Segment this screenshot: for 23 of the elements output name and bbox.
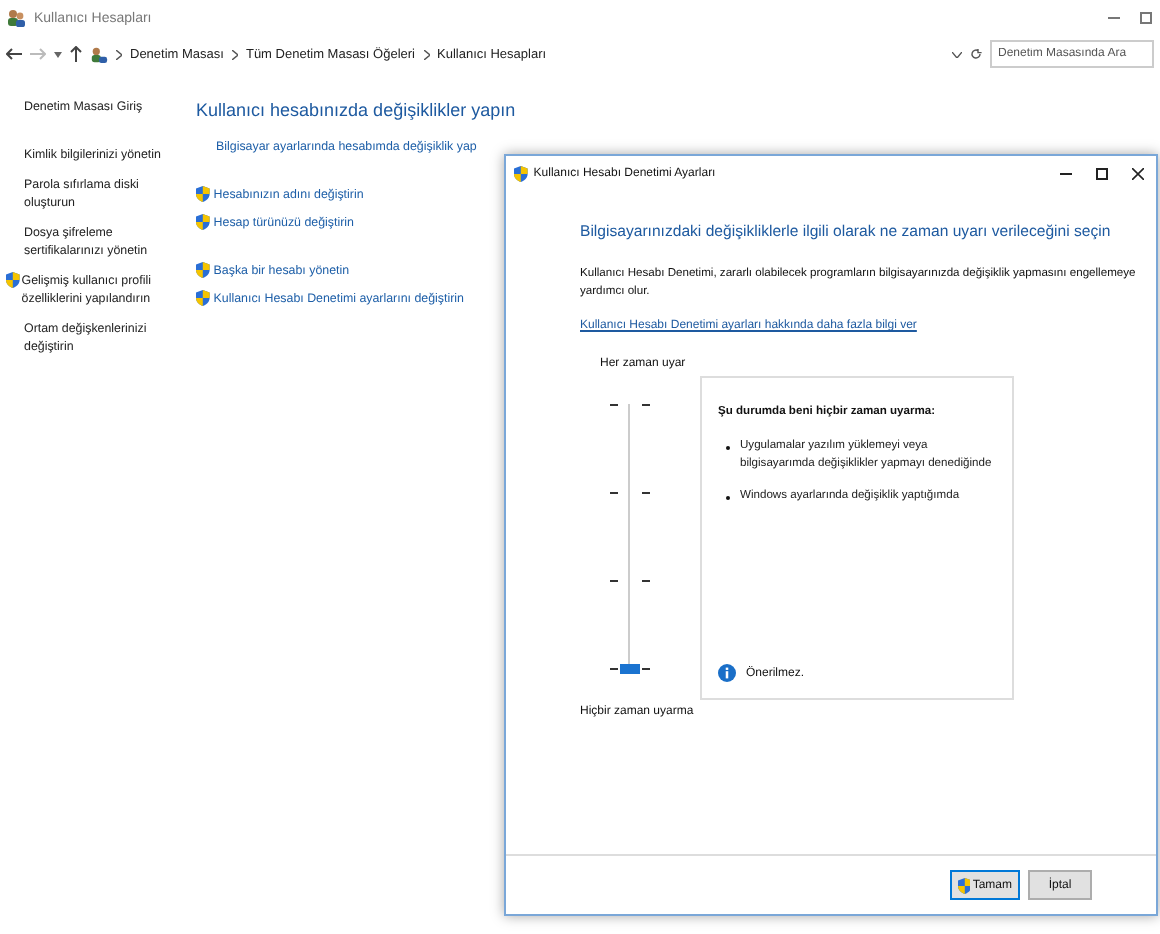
chevron-right-icon	[423, 49, 429, 59]
close-icon[interactable]	[1132, 168, 1144, 180]
shield-icon	[957, 877, 971, 893]
shield-icon	[196, 186, 210, 202]
shield-icon	[196, 214, 210, 230]
info-icon	[718, 664, 736, 682]
minimize-icon[interactable]	[1060, 168, 1072, 180]
chevron-down-icon[interactable]	[952, 51, 962, 57]
chevron-right-icon	[231, 49, 238, 59]
shield-icon	[6, 272, 20, 288]
chevron-right-icon	[116, 49, 122, 59]
back-arrow-icon[interactable]	[6, 48, 22, 60]
shield-icon	[196, 262, 210, 278]
refresh-icon[interactable]	[970, 48, 982, 60]
users-icon	[90, 45, 108, 63]
up-arrow-icon[interactable]	[70, 46, 82, 62]
shield-icon	[514, 166, 528, 182]
shield-icon	[196, 290, 210, 306]
slider-thumb[interactable]	[620, 664, 640, 674]
page-heading: Kullanıcı hesabınızda değişiklikler yapın	[196, 100, 516, 120]
users-icon	[6, 8, 26, 28]
chevron-down-icon[interactable]	[54, 51, 62, 57]
maximize-icon[interactable]	[1096, 168, 1108, 180]
